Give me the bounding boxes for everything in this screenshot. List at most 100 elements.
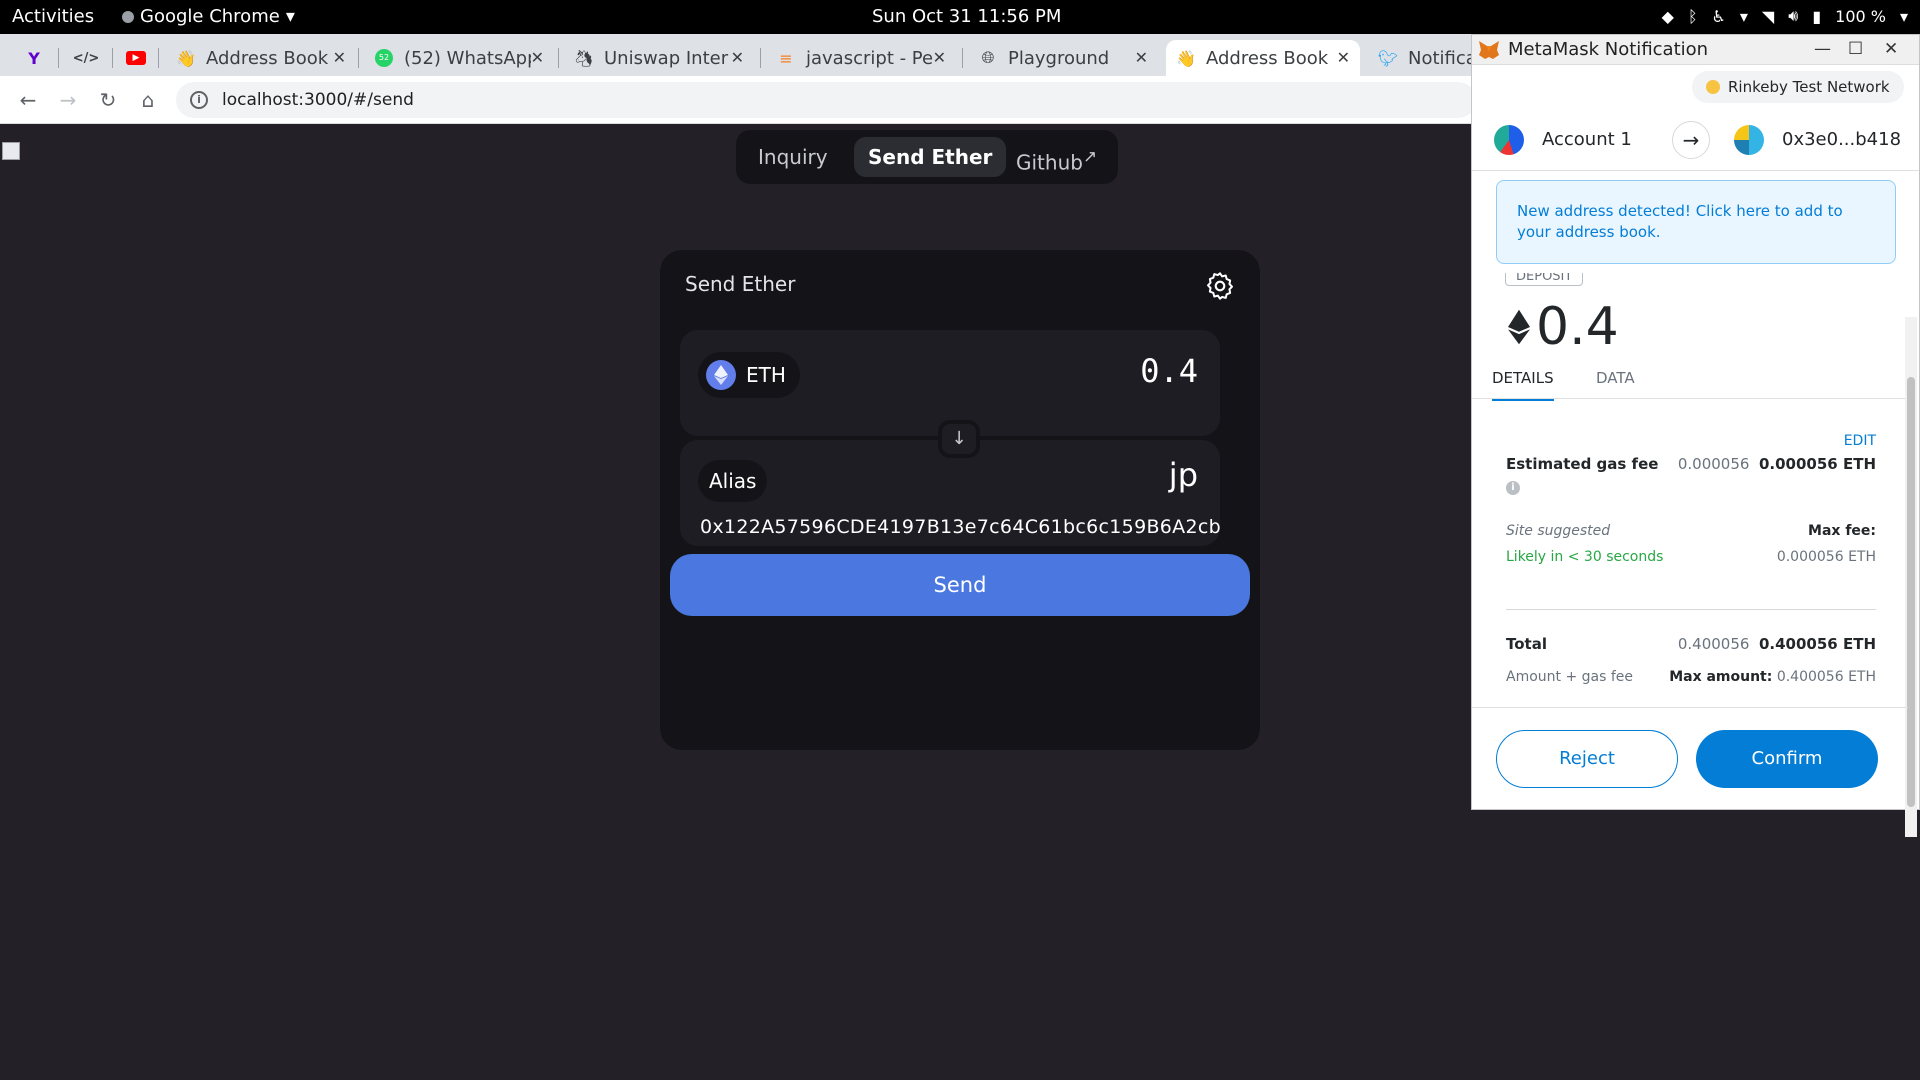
gas-fee-values: 0.000056 0.000056 ETH — [1678, 455, 1876, 473]
value-amount: 0.4 — [1536, 297, 1619, 357]
globe-icon: 🌐︎ — [981, 48, 995, 67]
total-values: 0.400056 0.400056 ETH — [1678, 635, 1876, 653]
tab-label: Playground — [1008, 47, 1110, 69]
network-name: Rinkeby Test Network — [1728, 78, 1890, 96]
tab-label: javascript - Pe — [806, 47, 934, 69]
max-amount-value: 0.400056 ETH — [1776, 669, 1876, 685]
gas-fee-row: Estimated gas fee 0.000056 0.000056 ETH … — [1506, 455, 1876, 495]
tab-data[interactable]: DATA — [1596, 369, 1635, 387]
tab-address-book-1[interactable]: 👋 Address Book ✕ — [166, 40, 356, 76]
network-status-dot — [1706, 80, 1720, 94]
tab-pinned-youtube[interactable]: ▶ — [116, 40, 158, 76]
youtube-icon: ▶ — [126, 48, 146, 68]
wave-icon: 👋 — [176, 48, 196, 68]
close-icon[interactable]: ✕ — [730, 48, 744, 67]
close-icon[interactable]: ✕ — [1884, 39, 1898, 59]
gas-fee-fiat: 0.000056 — [1677, 455, 1750, 473]
close-icon[interactable]: ✕ — [932, 48, 946, 67]
nav-github[interactable]: Github↗ — [1002, 137, 1111, 177]
nav-inquiry[interactable]: Inquiry — [744, 137, 842, 177]
edit-gas-link[interactable]: EDIT — [1844, 433, 1876, 449]
metamask-window: MetaMask Notification — ☐ ✕ Rinkeby Test… — [1471, 34, 1920, 837]
reject-button[interactable]: Reject — [1496, 730, 1678, 788]
tab-pinned-code[interactable]: </> — [66, 40, 108, 76]
stackoverflow-icon: ≡ — [779, 48, 793, 68]
reload-icon[interactable]: ↻ — [94, 86, 122, 114]
back-arrow-icon[interactable]: ← — [14, 86, 42, 114]
card-title: Send Ether — [685, 272, 796, 296]
divider — [1506, 609, 1876, 610]
bluetooth-icon: ᛒ — [1687, 6, 1698, 26]
close-icon[interactable]: ✕ — [1337, 48, 1350, 67]
tab-notifications[interactable]: 🐦︎ Notifica — [1368, 40, 1478, 76]
tab-address-book-active[interactable]: 👋 Address Book ✕ — [1166, 40, 1360, 76]
system-top-bar: Activities Google Chrome ▾ Sun Oct 31 11… — [0, 0, 1920, 34]
tab-label: (52) WhatsApp — [404, 47, 539, 69]
minimize-icon[interactable]: — — [1814, 39, 1831, 59]
wifi-icon: ◥ — [1761, 6, 1775, 26]
tab-playground[interactable]: 🌐︎ Playground ✕ — [968, 40, 1158, 76]
caret-down-icon: ▾ — [1739, 6, 1748, 26]
total-fiat: 0.400056 — [1677, 635, 1750, 653]
arrow-down-icon[interactable]: ↓ — [938, 420, 980, 458]
site-suggested-label: Site suggested — [1506, 523, 1611, 539]
tab-pinned-yahoo[interactable]: Y — [14, 40, 56, 76]
nav-github-label: Github — [1016, 150, 1083, 175]
close-icon[interactable]: ✕ — [333, 48, 346, 67]
details-tabs: DETAILS DATA — [1472, 353, 1908, 401]
tab-uniswap[interactable]: 🦄︎ Uniswap Inter ✕ — [564, 40, 754, 76]
new-address-alert[interactable]: New address detected! Click here to add … — [1496, 180, 1896, 264]
arrow-right-icon: → — [1672, 121, 1710, 159]
close-icon[interactable]: ✕ — [530, 48, 544, 67]
to-address[interactable]: 0x3e0...b418 — [1782, 129, 1901, 150]
amount-input[interactable]: 0.4 — [1140, 352, 1198, 390]
maximize-icon[interactable]: ☐ — [1848, 39, 1863, 59]
info-icon[interactable]: i — [1506, 481, 1520, 495]
to-account-avatar — [1734, 125, 1764, 155]
ethereum-icon — [1508, 309, 1530, 345]
metamask-fox-icon — [1479, 40, 1499, 59]
scrollbar-thumb[interactable] — [1907, 377, 1915, 807]
yahoo-icon: Y — [28, 48, 40, 68]
metamask-window-title: MetaMask Notification — [1508, 39, 1709, 60]
alias-chip[interactable]: Alias — [698, 460, 768, 502]
app-menu-label: Google Chrome — [140, 6, 280, 27]
token-symbol: ETH — [746, 363, 786, 387]
activities-button[interactable]: Activities — [12, 6, 94, 27]
url-text: localhost:3000/#/send — [222, 90, 414, 110]
recipient-address: 0x122A57596CDE4197B13e7c64C61bc6c159B6A2… — [700, 516, 1221, 538]
address-bar[interactable]: i localhost:3000/#/send — [176, 82, 1476, 118]
accessibility-icon: ♿ — [1711, 6, 1726, 26]
site-info-icon[interactable]: i — [190, 91, 208, 109]
clock[interactable]: Sun Oct 31 11:56 PM — [872, 6, 1061, 27]
network-selector[interactable]: Rinkeby Test Network — [1692, 71, 1904, 103]
tab-stackoverflow[interactable]: ≡ javascript - Pe ✕ — [766, 40, 956, 76]
site-suggested-row: Site suggested Max fee: — [1506, 523, 1876, 547]
app-menu[interactable]: Google Chrome ▾ — [122, 6, 295, 27]
dropbox-icon: ◆ — [1661, 6, 1674, 26]
ethereum-icon — [706, 360, 736, 390]
forward-arrow-icon[interactable]: → — [54, 86, 82, 114]
gas-fee-eth: 0.000056 ETH — [1758, 455, 1876, 473]
volume-icon: 🔊︎ — [1788, 6, 1799, 25]
nav-send-ether[interactable]: Send Ether — [854, 137, 1007, 177]
close-icon[interactable]: ✕ — [1135, 48, 1148, 67]
tab-whatsapp[interactable]: 52 (52) WhatsApp ✕ — [364, 40, 554, 76]
amount-gas-row: Amount + gas fee Max amount: 0.400056 ET… — [1506, 669, 1876, 693]
confirm-button[interactable]: Confirm — [1696, 730, 1878, 788]
transaction-value: 0.4 — [1508, 297, 1619, 357]
metamask-titlebar: MetaMask Notification — ☐ ✕ — [1472, 35, 1919, 65]
send-button[interactable]: Send — [670, 554, 1250, 616]
gear-icon[interactable] — [1204, 270, 1236, 302]
system-tray[interactable]: ◆ ᛒ ♿ ▾ ◥ 🔊︎ ▮ 100 % ▾ — [1662, 6, 1908, 26]
max-amount-label: Max amount: — [1669, 669, 1773, 685]
max-fee-label: Max fee: — [1808, 523, 1876, 539]
broken-image-icon — [2, 142, 20, 160]
token-selector[interactable]: ETH — [698, 352, 800, 398]
max-amount: Max amount: 0.400056 ETH — [1669, 669, 1876, 685]
tab-details[interactable]: DETAILS — [1492, 369, 1554, 401]
alias-input[interactable]: jp — [1169, 456, 1198, 494]
chrome-icon — [122, 10, 134, 23]
from-account-name[interactable]: Account 1 — [1542, 129, 1632, 150]
home-icon[interactable]: ⌂ — [134, 86, 162, 114]
